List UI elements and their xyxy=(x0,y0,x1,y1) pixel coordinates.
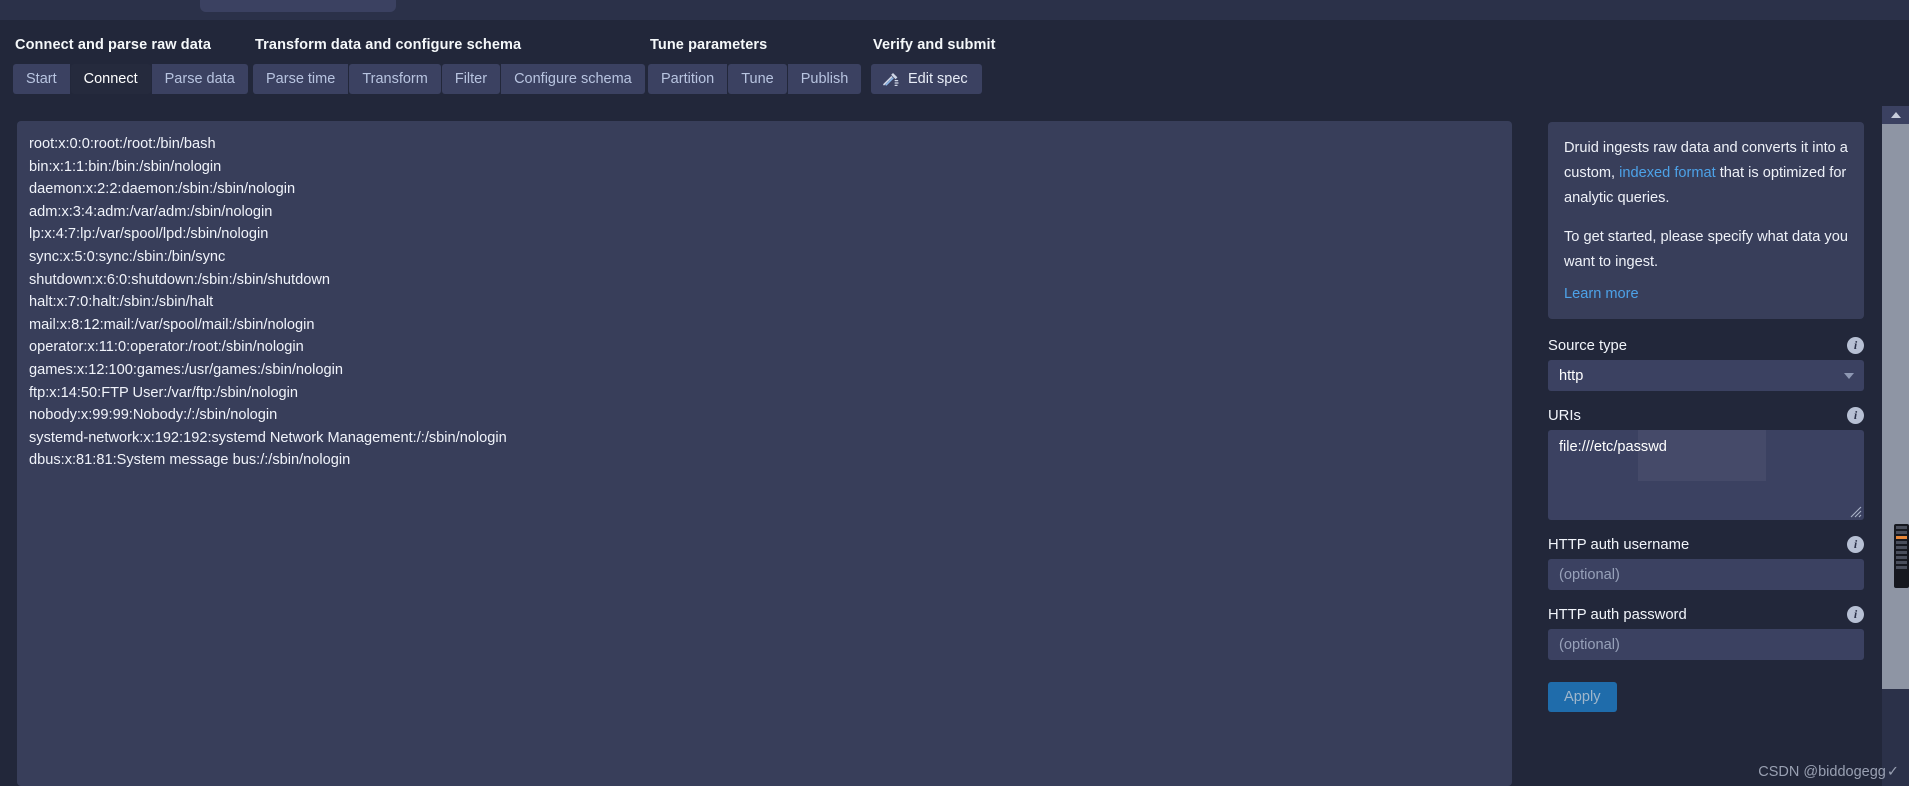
mini-widget-line xyxy=(1896,531,1907,534)
raw-data-line: halt:x:7:0:halt:/sbin:/sbin/halt xyxy=(29,294,214,311)
edit-spec-button[interactable]: Edit spec xyxy=(871,64,982,94)
step-group-title: Tune parameters xyxy=(650,37,768,53)
raw-data-line: sync:x:5:0:sync:/sbin:/bin/sync xyxy=(29,248,226,265)
mini-widget-line xyxy=(1896,561,1907,564)
raw-data-line: operator:x:11:0:operator:/root:/sbin/nol… xyxy=(29,339,304,356)
chevron-down-icon xyxy=(1844,373,1854,379)
step-group-title: Verify and submit xyxy=(873,37,996,53)
step-group-0: Connect and parse raw data Start Connect Pa… xyxy=(13,20,248,94)
info-card: Druid ingests raw data and converts it i… xyxy=(1548,122,1864,319)
mini-widget-line xyxy=(1896,541,1907,544)
field-http-auth-username: HTTP auth username i (optional) xyxy=(1548,536,1864,590)
step-button-start[interactable]: Start xyxy=(13,64,70,94)
overlay-mini-widget[interactable] xyxy=(1894,524,1909,588)
step-button-partition[interactable]: Partition xyxy=(648,64,728,94)
text-selection-highlight xyxy=(1638,430,1766,481)
source-type-value: http xyxy=(1559,367,1584,384)
field-uris: URIs i file:///etc/passwd xyxy=(1548,407,1864,520)
partial-tab-above[interactable] xyxy=(200,0,396,12)
raw-data-line: ftp:x:14:50:FTP User:/var/ftp:/sbin/nolo… xyxy=(29,384,299,401)
raw-data-line: lp:x:4:7:lp:/var/spool/lpd:/sbin/nologin xyxy=(29,226,269,243)
mini-widget-line xyxy=(1896,566,1907,569)
uris-textarea[interactable]: file:///etc/passwd xyxy=(1548,430,1864,520)
ingestion-step-nav: Connect and parse raw data Start Connect Pa… xyxy=(0,20,1909,106)
step-group-title: Transform data and configure schema xyxy=(255,37,522,53)
raw-data-line: root:x:0:0:root:/root:/bin/bash xyxy=(29,136,216,152)
http-auth-username-input[interactable]: (optional) xyxy=(1548,559,1864,590)
step-button-configure-schema[interactable]: Configure schema xyxy=(501,64,645,94)
field-http-auth-username-label: HTTP auth username xyxy=(1548,536,1690,553)
magic-wand-icon xyxy=(883,72,899,86)
field-http-auth-password-label: HTTP auth password xyxy=(1548,606,1687,623)
step-button-publish[interactable]: Publish xyxy=(787,64,862,94)
info-paragraph-2: To get started, please specify what data… xyxy=(1564,229,1848,270)
resize-grip-icon[interactable] xyxy=(1848,504,1862,518)
raw-data-line: shutdown:x:6:0:shutdown:/sbin:/sbin/shut… xyxy=(29,271,330,288)
window-top-strip xyxy=(0,0,1909,20)
raw-data-line: mail:x:8:12:mail:/var/spool/mail:/sbin/n… xyxy=(29,316,315,333)
raw-data-line: daemon:x:2:2:daemon:/sbin:/sbin/nologin xyxy=(29,181,296,198)
info-icon[interactable]: i xyxy=(1847,606,1864,623)
step-button-row: Start Connect Parse data xyxy=(13,64,248,94)
info-icon[interactable]: i xyxy=(1847,337,1864,354)
step-group-1: Transform data and configure schema Parse… xyxy=(253,20,645,94)
field-http-auth-password: HTTP auth password i (optional) xyxy=(1548,606,1864,660)
mini-widget-line xyxy=(1896,551,1907,554)
step-button-row: Parse time Transform Filter Configure schem… xyxy=(253,64,645,94)
raw-data-line: nobody:x:99:99:Nobody:/:/sbin/nologin xyxy=(29,407,278,424)
chevron-up-icon xyxy=(1890,112,1901,118)
raw-data-line: games:x:12:100:games:/usr/games:/sbin/no… xyxy=(29,361,343,378)
info-icon[interactable]: i xyxy=(1847,407,1864,424)
step-button-filter[interactable]: Filter xyxy=(441,64,501,94)
step-button-tune[interactable]: Tune xyxy=(728,64,787,94)
http-auth-password-input[interactable]: (optional) xyxy=(1548,629,1864,660)
field-http-auth-username-header: HTTP auth username i xyxy=(1548,536,1864,553)
field-uris-label: URIs xyxy=(1548,407,1581,424)
mini-widget-line-accent xyxy=(1896,536,1907,539)
raw-data-preview-panel[interactable]: root:x:0:0:root:/root:/bin/bash bin:x:1:1… xyxy=(17,121,1512,786)
scroll-up-button[interactable] xyxy=(1882,106,1909,124)
raw-data-line: adm:x:3:4:adm:/var/adm:/sbin/nologin xyxy=(29,203,273,220)
scrollbar-thumb[interactable] xyxy=(1882,124,1909,689)
edit-spec-label: Edit spec xyxy=(908,71,968,87)
step-button-row: Partition Tune Publish xyxy=(648,64,862,94)
step-group-3: Verify and submit Edit spec xyxy=(871,20,996,94)
uris-value: file:///etc/passwd xyxy=(1559,439,1667,455)
step-button-parse-data[interactable]: Parse data xyxy=(151,64,248,94)
step-button-transform[interactable]: Transform xyxy=(349,64,441,94)
raw-data-line: systemd-network:x:192:192:systemd Networ… xyxy=(29,429,507,446)
http-auth-username-placeholder: (optional) xyxy=(1559,566,1620,583)
raw-data-line: dbus:x:81:81:System message bus:/:/sbin/… xyxy=(29,452,351,469)
mini-widget-line xyxy=(1896,546,1907,549)
step-button-parse-time[interactable]: Parse time xyxy=(253,64,349,94)
field-source-type: Source type i http xyxy=(1548,337,1864,391)
field-source-type-header: Source type i xyxy=(1548,337,1864,354)
http-auth-password-placeholder: (optional) xyxy=(1559,636,1620,653)
step-button-connect[interactable]: Connect xyxy=(70,64,151,94)
step-group-title: Connect and parse raw data xyxy=(15,37,211,53)
step-group-2: Tune parameters Partition Tune Publish xyxy=(648,20,862,94)
field-source-type-label: Source type xyxy=(1548,337,1627,354)
page-scrollbar[interactable] xyxy=(1882,106,1909,786)
field-http-auth-password-header: HTTP auth password i xyxy=(1548,606,1864,623)
apply-button[interactable]: Apply xyxy=(1548,682,1617,712)
indexed-format-link[interactable]: indexed format xyxy=(1619,165,1716,181)
mini-widget-line xyxy=(1896,556,1907,559)
info-icon[interactable]: i xyxy=(1847,536,1864,553)
mini-widget-line xyxy=(1896,526,1907,529)
learn-more-link[interactable]: Learn more xyxy=(1564,286,1639,302)
info-paragraph-1: Druid ingests raw data and converts it i… xyxy=(1564,136,1848,211)
connect-config-sidebar: Druid ingests raw data and converts it i… xyxy=(1530,106,1882,786)
source-type-select[interactable]: http xyxy=(1548,360,1864,391)
field-uris-header: URIs i xyxy=(1548,407,1864,424)
raw-data-text: root:x:0:0:root:/root:/bin/bash bin:x:1:1… xyxy=(29,133,1512,472)
raw-data-line: bin:x:1:1:bin:/bin:/sbin/nologin xyxy=(29,158,222,175)
step-button-row: Edit spec xyxy=(871,64,996,94)
